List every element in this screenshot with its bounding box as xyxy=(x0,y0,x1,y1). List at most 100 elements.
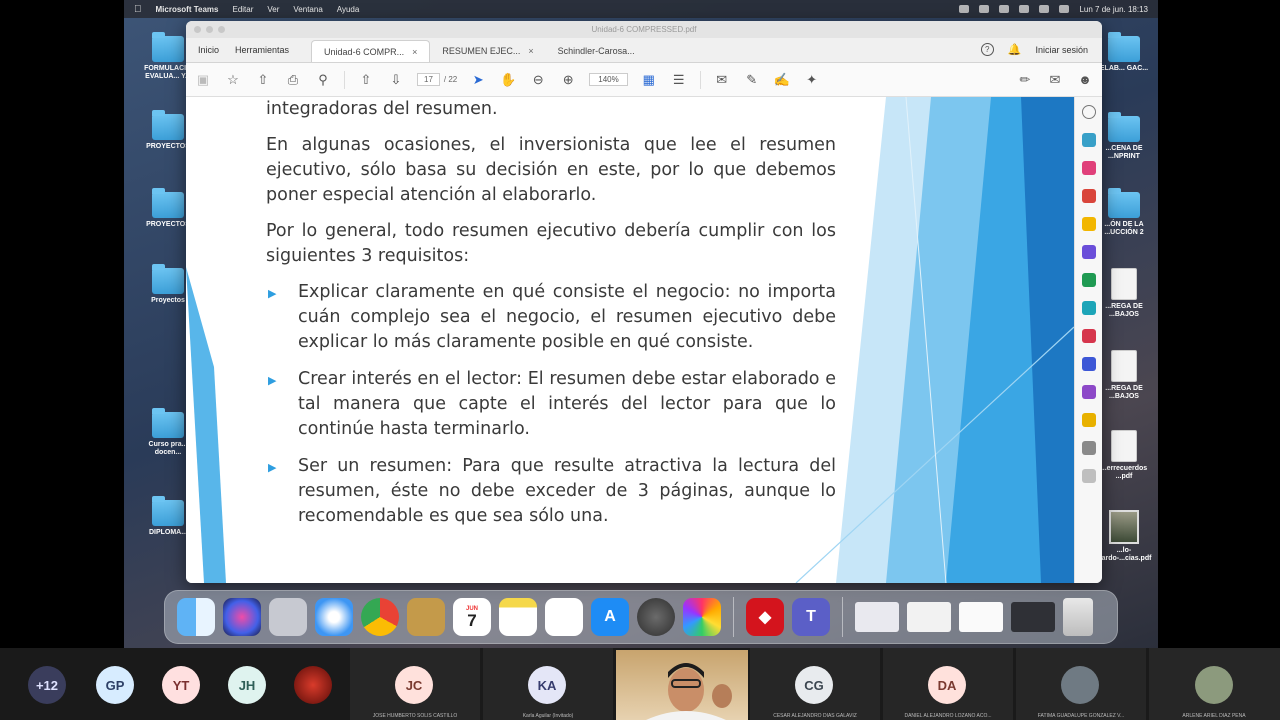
protect-icon[interactable] xyxy=(1081,357,1096,371)
notes-folder-icon[interactable] xyxy=(407,598,445,636)
organize-pages-icon[interactable] xyxy=(1081,161,1096,175)
status-icon[interactable] xyxy=(959,5,970,13)
tab-schindler[interactable]: Schindler-Carosa... xyxy=(546,40,647,62)
notes-icon[interactable] xyxy=(499,598,537,636)
signin-button[interactable]: Iniciar sesión xyxy=(1035,45,1088,55)
minimized-window-thumbnail[interactable] xyxy=(1011,602,1055,632)
app-store-icon[interactable]: A xyxy=(591,598,629,636)
participant-tile[interactable]: KA Karla Aguilar (Invitado) xyxy=(483,648,613,720)
scan-ocr-icon[interactable] xyxy=(1081,301,1096,315)
teams-icon[interactable]: T xyxy=(792,598,830,636)
combine-files-icon[interactable] xyxy=(1081,245,1096,259)
window-titlebar[interactable]: Unidad-6 COMPRESSED.pdf xyxy=(186,21,1102,38)
launchpad-icon[interactable] xyxy=(269,598,307,636)
minimized-window-thumbnail[interactable] xyxy=(855,602,899,632)
create-pdf-icon[interactable]: ▣ xyxy=(194,71,212,89)
close-tab-icon[interactable]: × xyxy=(528,46,533,56)
menu-ventana[interactable]: Ventana xyxy=(293,5,322,14)
toolbar-divider xyxy=(344,70,345,89)
tab-resumen-ejecutivo[interactable]: RESUMEN EJEC... × xyxy=(430,40,545,62)
participant-video[interactable] xyxy=(616,650,748,720)
edit-pdf-icon[interactable] xyxy=(1081,133,1096,147)
control-center-icon[interactable] xyxy=(1059,5,1070,13)
pen-icon[interactable]: ✎ xyxy=(743,71,761,89)
desktop-folder[interactable]: ...ÓN DE LA ...UCCIÓN 2 xyxy=(1094,188,1154,237)
desktop-folder[interactable]: ELAB... GAC... xyxy=(1094,32,1154,73)
more-participants-button[interactable]: +12 xyxy=(28,666,66,704)
siri-icon[interactable] xyxy=(223,598,261,636)
trash-icon[interactable] xyxy=(1063,598,1093,636)
participant-avatar[interactable]: YT xyxy=(162,666,200,704)
close-tab-icon[interactable]: × xyxy=(412,47,417,57)
minimized-window-thumbnail[interactable] xyxy=(907,602,951,632)
pdf-page[interactable]: integradoras del resumen. En algunas oca… xyxy=(186,97,1074,583)
bell-icon[interactable]: 🔔 xyxy=(1008,43,1022,56)
zoom-select[interactable]: 140% xyxy=(589,73,628,86)
status-icon[interactable] xyxy=(999,5,1010,13)
zoom-in-icon[interactable]: ⊕ xyxy=(559,71,577,89)
system-preferences-icon[interactable] xyxy=(637,598,675,636)
menu-ver[interactable]: Ver xyxy=(267,5,279,14)
fill-sign-tool-icon[interactable] xyxy=(1081,329,1096,343)
participant-tile[interactable]: JC JOSE HUMBERTO SOLIS CASTILLO xyxy=(350,648,480,720)
bookmark-star-icon[interactable]: ☆ xyxy=(224,71,242,89)
search-icon[interactable] xyxy=(1039,5,1050,13)
search-icon[interactable]: ⚲ xyxy=(314,71,332,89)
participant-avatar[interactable]: GP xyxy=(96,666,134,704)
comment-tool-icon[interactable] xyxy=(1081,217,1096,231)
menubar-app-name[interactable]: Microsoft Teams xyxy=(156,5,219,14)
wifi-icon[interactable] xyxy=(1019,5,1030,13)
participant-avatar[interactable]: JH xyxy=(228,666,266,704)
zoom-tool-icon[interactable] xyxy=(1081,105,1096,119)
status-icon[interactable] xyxy=(979,5,990,13)
participant-avatar-image[interactable] xyxy=(294,666,332,704)
desktop-folder[interactable]: ...CENA DE ...NPRINT xyxy=(1094,112,1154,161)
menu-ayuda[interactable]: Ayuda xyxy=(337,5,360,14)
fill-sign-icon[interactable]: ✏ xyxy=(1016,71,1034,89)
chrome-icon[interactable] xyxy=(361,598,399,636)
tab-unidad-6[interactable]: Unidad-6 COMPR... × xyxy=(311,40,431,62)
calendar-icon[interactable]: JUN 7 xyxy=(453,598,491,636)
safari-icon[interactable] xyxy=(315,598,353,636)
desktop-document[interactable]: ...REGA DE ...BAJOS xyxy=(1094,268,1154,319)
more-tools-icon[interactable] xyxy=(1081,441,1096,455)
participant-tile[interactable]: CG CESAR ALEJANDRO DIAS GALAVIZ xyxy=(750,648,880,720)
menubar-clock[interactable]: Lun 7 de jun. 18:13 xyxy=(1079,5,1148,14)
menu-editar[interactable]: Editar xyxy=(232,5,253,14)
desktop-document[interactable]: ...REGA DE ...BAJOS xyxy=(1094,350,1154,401)
comment-icon[interactable]: ✉ xyxy=(713,71,731,89)
page-number-input[interactable]: 17 xyxy=(417,73,440,86)
stamp-icon[interactable]: ✦ xyxy=(803,71,821,89)
photos-icon[interactable] xyxy=(683,598,721,636)
stamp-tool-icon[interactable] xyxy=(1081,413,1096,427)
finder-icon[interactable] xyxy=(177,598,215,636)
highlight-icon[interactable]: ✍ xyxy=(773,71,791,89)
scroll-mode-icon[interactable]: ☰ xyxy=(670,71,688,89)
share-user-icon[interactable]: ☻ xyxy=(1076,71,1094,89)
hand-tool-icon[interactable]: ✋ xyxy=(499,71,517,89)
next-page-icon[interactable]: ⇩ xyxy=(387,71,405,89)
prev-page-icon[interactable]: ⇧ xyxy=(357,71,375,89)
participant-tile[interactable]: DA DANIEL ALEJANDRO LOZANO ACO... xyxy=(883,648,1013,720)
collapse-rail-icon[interactable] xyxy=(1081,469,1096,483)
desktop-document[interactable]: ...lo-Cardo-...cias.pdf xyxy=(1094,510,1154,563)
upload-icon[interactable]: ⇧ xyxy=(254,71,272,89)
acrobat-icon[interactable]: ◆ xyxy=(746,598,784,636)
participant-tile[interactable]: FATIMA GUADALUPE GONZALEZ V... xyxy=(1016,648,1146,720)
print-icon[interactable]: ⎙ xyxy=(284,71,302,89)
mail-icon[interactable]: ✉ xyxy=(1046,71,1064,89)
compress-pdf-icon[interactable] xyxy=(1081,273,1096,287)
apple-icon[interactable]:  xyxy=(134,4,142,15)
nav-inicio[interactable]: Inicio xyxy=(190,45,227,62)
signature-icon[interactable] xyxy=(1081,385,1096,399)
fit-page-icon[interactable]: ▦ xyxy=(640,71,658,89)
nav-herramientas[interactable]: Herramientas xyxy=(227,45,297,62)
zoom-out-icon[interactable]: ⊖ xyxy=(529,71,547,89)
minimized-window-thumbnail[interactable] xyxy=(959,602,1003,632)
help-icon[interactable]: ? xyxy=(980,43,994,56)
export-pdf-icon[interactable] xyxy=(1081,189,1096,203)
desktop-document[interactable]: ...errecuerdos ...pdf xyxy=(1094,430,1154,481)
select-cursor-icon[interactable]: ➤ xyxy=(469,71,487,89)
participant-tile[interactable]: ARLENE ARIEL DIAZ PENA xyxy=(1149,648,1280,720)
reminders-icon[interactable] xyxy=(545,598,583,636)
